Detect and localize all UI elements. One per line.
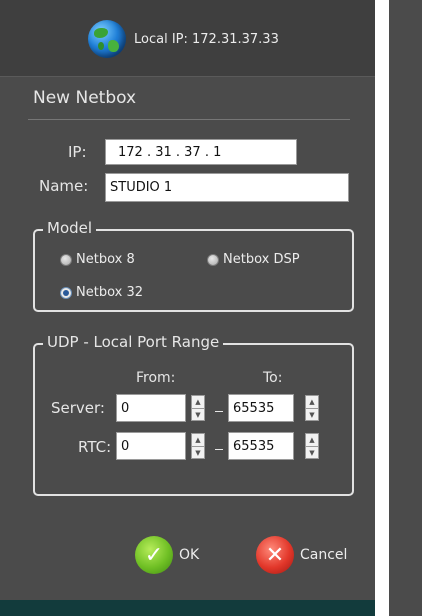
name-field[interactable] [105,173,349,202]
radio-label: Netbox 32 [76,285,143,300]
dialog-title: New Netbox [33,88,137,108]
model-legend: Model [43,219,97,237]
cancel-label: Cancel [300,547,348,563]
ok-label: OK [179,547,200,563]
range-dash [215,411,223,412]
ok-button[interactable]: ✓ OK [135,536,199,574]
server-to-field[interactable] [228,394,294,422]
background-panel [389,0,422,616]
radio-label: Netbox DSP [223,252,300,267]
netbox-dialog: Local IP: 172.31.37.33 New Netbox IP: Na… [0,0,375,616]
spin-up-icon[interactable]: ▲ [192,396,204,409]
rtc-to-spinner[interactable]: ▲ ▼ [305,433,319,459]
server-label: Server: [51,399,105,417]
ip-field[interactable] [105,139,297,165]
spin-down-icon[interactable]: ▼ [192,409,204,421]
radio-netbox-32[interactable]: Netbox 32 [60,285,143,300]
ip-label: IP: [68,143,87,161]
udp-legend: UDP - Local Port Range [43,333,224,351]
cancel-button[interactable]: ✕ Cancel [256,536,347,574]
rtc-from-spinner[interactable]: ▲ ▼ [191,433,205,459]
header-bar: Local IP: 172.31.37.33 [0,0,375,77]
rtc-to-field[interactable] [228,432,294,460]
server-from-field[interactable] [116,394,186,422]
local-ip-label: Local IP: 172.31.37.33 [134,32,279,47]
name-label: Name: [39,177,89,195]
checkmark-icon: ✓ [135,536,173,574]
radio-button-icon [60,253,72,266]
spin-up-icon[interactable]: ▲ [306,434,318,447]
spin-down-icon[interactable]: ▼ [306,447,318,459]
radio-netbox-8[interactable]: Netbox 8 [60,252,135,267]
radio-button-selected-icon [60,286,72,299]
spin-down-icon[interactable]: ▼ [306,409,318,421]
rtc-from-field[interactable] [116,432,186,460]
footer-bar [0,600,375,616]
radio-netbox-dsp[interactable]: Netbox DSP [207,252,300,267]
from-column-label: From: [136,370,176,386]
radio-label: Netbox 8 [76,252,135,267]
title-divider [28,119,350,120]
server-from-spinner[interactable]: ▲ ▼ [191,395,205,421]
globe-icon [88,20,126,58]
radio-button-icon [207,253,219,266]
to-column-label: To: [263,370,283,386]
rtc-label: RTC: [78,438,112,456]
spin-up-icon[interactable]: ▲ [306,396,318,409]
spin-up-icon[interactable]: ▲ [192,434,204,447]
close-icon: ✕ [256,536,294,574]
spin-down-icon[interactable]: ▼ [192,447,204,459]
range-dash [215,449,223,450]
server-to-spinner[interactable]: ▲ ▼ [305,395,319,421]
